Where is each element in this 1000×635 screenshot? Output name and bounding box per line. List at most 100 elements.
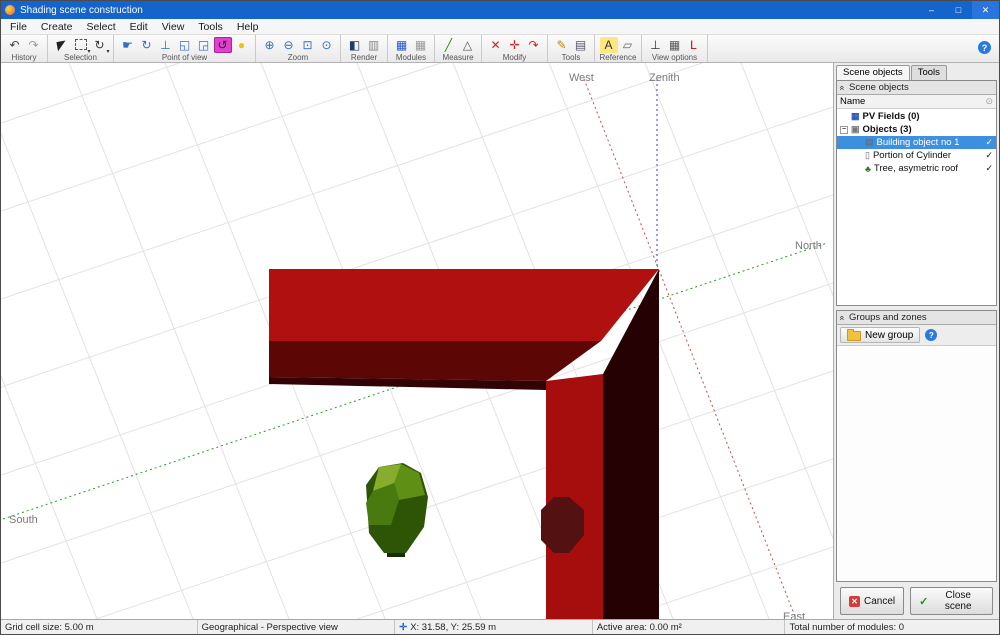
building-icon: ▤ bbox=[865, 137, 874, 148]
select-cursor-icon[interactable]: ◤ bbox=[53, 37, 71, 53]
new-group-button[interactable]: New group bbox=[840, 327, 920, 343]
close-button[interactable]: ✕ bbox=[972, 1, 999, 19]
menu-item-view[interactable]: View bbox=[155, 21, 192, 33]
toolbar-group-label: Measure bbox=[442, 53, 473, 62]
measure-angle-icon[interactable]: △ bbox=[459, 37, 477, 53]
pan-hand-icon[interactable]: ☛ bbox=[119, 37, 137, 53]
menu-item-help[interactable]: Help bbox=[230, 21, 266, 33]
tree-item-label: Objects (3) bbox=[863, 124, 912, 135]
dropdown-caret-icon[interactable]: ▾ bbox=[106, 48, 109, 55]
menu-item-select[interactable]: Select bbox=[79, 21, 122, 33]
new-group-label: New group bbox=[865, 330, 913, 341]
title-bar[interactable]: Shading scene construction – □ ✕ bbox=[1, 1, 999, 19]
tree-item-objects[interactable]: −▣Objects (3) bbox=[837, 123, 996, 136]
stretch-object-icon[interactable]: ✕ bbox=[487, 37, 505, 53]
zoom-out-icon[interactable]: ⊖ bbox=[280, 37, 298, 53]
menu-item-file[interactable]: File bbox=[3, 21, 34, 33]
visibility-check-icon[interactable]: ✓ bbox=[985, 137, 993, 148]
move-object-icon[interactable]: ✛ bbox=[506, 37, 524, 53]
visibility-check-icon[interactable]: ✓ bbox=[985, 163, 993, 174]
building-object[interactable] bbox=[269, 269, 659, 619]
close-scene-icon: ✓ bbox=[919, 595, 928, 608]
cancel-button[interactable]: ✕ Cancel bbox=[840, 587, 904, 615]
axis-label-east: East bbox=[783, 611, 805, 619]
tree-object[interactable] bbox=[366, 463, 428, 557]
undo-icon[interactable]: ↶ bbox=[6, 37, 24, 53]
tree-item-label: Tree, asymetric roof bbox=[874, 163, 958, 174]
edit-pencil-icon[interactable]: ✎ bbox=[553, 37, 571, 53]
right-panel: Scene objects Tools « Scene objects Name… bbox=[833, 63, 999, 619]
footer-buttons: ✕ Cancel ✓ Close scene bbox=[834, 584, 999, 619]
scene-objects-header-label: Scene objects bbox=[849, 82, 909, 93]
minimize-button[interactable]: – bbox=[918, 1, 945, 19]
reference-frame-icon[interactable]: ▱ bbox=[619, 37, 637, 53]
groups-help-icon[interactable]: ? bbox=[925, 329, 937, 341]
groups-zones-section-header[interactable]: « Groups and zones bbox=[837, 311, 996, 325]
toolbar-group-zoom: ⊕⊖⊡⊙Zoom bbox=[256, 35, 341, 62]
toolbar-group-reference: A▱Reference bbox=[595, 35, 642, 62]
toolbar-group-label: Point of view bbox=[162, 53, 207, 62]
close-scene-button[interactable]: ✓ Close scene bbox=[910, 587, 993, 615]
tab-scene-objects[interactable]: Scene objects bbox=[836, 65, 910, 80]
column-options-icon[interactable]: ⊙ bbox=[985, 96, 993, 107]
toolbar-group-tools: ✎▤Tools bbox=[548, 35, 595, 62]
sun-view-icon[interactable]: ● bbox=[233, 37, 251, 53]
scene-viewport[interactable]: West Zenith North South East bbox=[1, 63, 833, 619]
outline-render-icon[interactable]: ▥ bbox=[365, 37, 383, 53]
groups-zones-header-label: Groups and zones bbox=[849, 312, 927, 323]
tree-item-portion-of-cylinder[interactable]: ▯Portion of Cylinder✓ bbox=[837, 149, 996, 162]
show-axes-icon[interactable]: ⊥ bbox=[647, 37, 665, 53]
measure-line-icon[interactable]: ╱ bbox=[440, 37, 458, 53]
zoom-window-icon[interactable]: ⊡ bbox=[299, 37, 317, 53]
window-title: Shading scene construction bbox=[20, 5, 918, 16]
legend-icon[interactable]: L bbox=[685, 37, 703, 53]
tree-item-building-object[interactable]: ▤Building object no 1✓ bbox=[837, 136, 996, 149]
redo-icon[interactable]: ↷ bbox=[25, 37, 43, 53]
tree-item-tree-object[interactable]: ♣Tree, asymetric roof✓ bbox=[837, 162, 996, 175]
menu-item-tools[interactable]: Tools bbox=[191, 21, 230, 33]
toolbar-groups: ↶↷History◤▾↻▾Selection☛↻⊥◱◲↺●Point of vi… bbox=[1, 35, 708, 62]
status-text: Grid cell size: 5.00 m bbox=[5, 622, 94, 633]
toolbar-group-render: ◧▥Render bbox=[341, 35, 388, 62]
calculator-icon[interactable]: ▤ bbox=[572, 37, 590, 53]
building-roof-shade-face[interactable] bbox=[269, 341, 601, 381]
front-view-icon[interactable]: ◱ bbox=[176, 37, 194, 53]
app-icon bbox=[5, 5, 15, 15]
visibility-check-icon[interactable]: ✓ bbox=[985, 150, 993, 161]
show-modules-icon[interactable]: ▦ bbox=[393, 37, 411, 53]
axes-view-icon[interactable]: ⊥ bbox=[157, 37, 175, 53]
expander-icon[interactable]: − bbox=[840, 126, 848, 134]
tree-item-label: PV Fields (0) bbox=[863, 111, 920, 122]
realistic-render-icon[interactable]: ◧ bbox=[346, 37, 364, 53]
toolbar-group-modify: ✕✛↷Modify bbox=[482, 35, 548, 62]
move-coords-icon: ✛ bbox=[399, 622, 407, 633]
zoom-in-icon[interactable]: ⊕ bbox=[261, 37, 279, 53]
building-front-face[interactable] bbox=[546, 374, 603, 619]
restore-button[interactable]: □ bbox=[945, 1, 972, 19]
scene-3d-view[interactable]: West Zenith North South East bbox=[1, 63, 833, 619]
cancel-icon: ✕ bbox=[849, 596, 860, 607]
label-tool-icon[interactable]: A bbox=[600, 37, 618, 53]
show-grid-icon[interactable]: ▦ bbox=[666, 37, 684, 53]
rectangle-select-icon[interactable]: ▾ bbox=[72, 37, 90, 53]
building-roof-face[interactable] bbox=[269, 269, 659, 341]
scene-objects-section-header[interactable]: « Scene objects bbox=[837, 81, 996, 95]
toolbar: ↶↷History◤▾↻▾Selection☛↻⊥◱◲↺●Point of vi… bbox=[1, 35, 999, 63]
menu-item-create[interactable]: Create bbox=[34, 21, 80, 33]
tab-tools[interactable]: Tools bbox=[911, 65, 947, 80]
toolbar-group-history: ↶↷History bbox=[1, 35, 48, 62]
status-segment-0: Grid cell size: 5.00 m bbox=[1, 620, 198, 634]
zoom-all-icon[interactable]: ⊙ bbox=[318, 37, 336, 53]
menu-item-edit[interactable]: Edit bbox=[123, 21, 155, 33]
modules-grid-icon[interactable]: ▦ bbox=[412, 37, 430, 53]
top-view-icon[interactable]: ◲ bbox=[195, 37, 213, 53]
help-icon[interactable]: ? bbox=[978, 41, 991, 54]
tree-item-pv-fields[interactable]: ▦PV Fields (0) bbox=[837, 110, 996, 123]
toolbar-group-measure: ╱△Measure bbox=[435, 35, 482, 62]
name-column-label: Name bbox=[840, 96, 865, 107]
rotate-object-icon[interactable]: ↷ bbox=[525, 37, 543, 53]
orbit-icon[interactable]: ↻ bbox=[138, 37, 156, 53]
observer-view-icon[interactable]: ↺ bbox=[214, 37, 232, 53]
collapse-icon: « bbox=[838, 315, 848, 320]
rotate-select-icon[interactable]: ↻▾ bbox=[91, 37, 109, 53]
